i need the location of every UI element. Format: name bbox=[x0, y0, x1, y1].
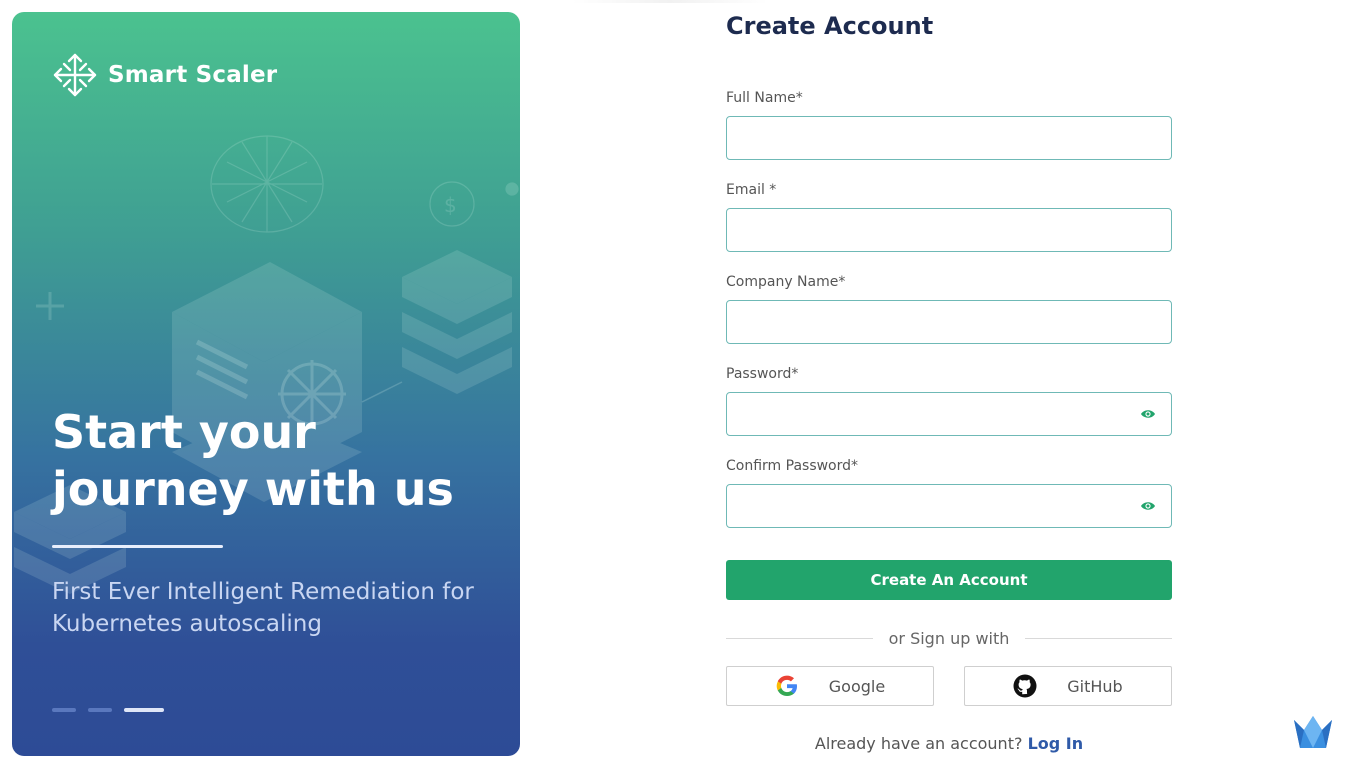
hero-divider bbox=[52, 545, 223, 548]
company-name-label: Company Name* bbox=[726, 274, 846, 290]
hero-illustration: $ bbox=[14, 135, 519, 594]
create-account-button[interactable]: Create An Account bbox=[726, 560, 1172, 600]
divider-line-left bbox=[726, 637, 873, 639]
github-label: GitHub bbox=[1067, 676, 1123, 696]
company-name-input[interactable] bbox=[726, 300, 1172, 344]
carousel-dot-3[interactable] bbox=[124, 708, 164, 712]
full-name-input[interactable] bbox=[726, 116, 1172, 160]
hero-subtitle: First Ever Intelligent Remediation for K… bbox=[52, 579, 474, 637]
google-icon bbox=[776, 675, 797, 696]
company-name-field: Company Name* bbox=[726, 274, 1172, 344]
password-input[interactable] bbox=[726, 392, 1172, 436]
carousel-dot-2[interactable] bbox=[88, 708, 112, 712]
login-prompt: Already have an account? Log In bbox=[726, 734, 1172, 753]
divider-text: or Sign up with bbox=[888, 628, 1010, 648]
full-name-field: Full Name* bbox=[726, 90, 1172, 160]
eye-icon[interactable] bbox=[1140, 499, 1156, 513]
login-prompt-text: Already have an account? bbox=[814, 734, 1023, 753]
github-icon bbox=[1013, 674, 1037, 698]
hero-title: Start your journey with us bbox=[52, 405, 454, 516]
email-input[interactable] bbox=[726, 208, 1172, 252]
password-label: Password* bbox=[726, 366, 799, 382]
login-link[interactable]: Log In bbox=[1028, 734, 1084, 753]
brand: Smart Scaler bbox=[52, 52, 277, 98]
crown-icon[interactable] bbox=[1292, 714, 1334, 750]
github-signup-button[interactable]: GitHub bbox=[964, 666, 1172, 706]
svg-text:$: $ bbox=[444, 193, 457, 217]
divider-line-right bbox=[1025, 637, 1173, 639]
hero-panel: $ Smart Scaler Start your journey with u… bbox=[12, 12, 520, 756]
email-label: Email * bbox=[726, 182, 777, 198]
social-divider: or Sign up with bbox=[726, 628, 1173, 648]
confirm-password-field: Confirm Password* bbox=[726, 458, 1172, 528]
carousel-indicators bbox=[52, 708, 164, 712]
eye-icon[interactable] bbox=[1140, 407, 1156, 421]
confirm-password-label: Confirm Password* bbox=[726, 458, 859, 474]
password-field: Password* bbox=[726, 366, 1172, 436]
email-field: Email * bbox=[726, 182, 1172, 252]
google-label: Google bbox=[828, 676, 886, 696]
full-name-label: Full Name* bbox=[726, 90, 803, 106]
google-signup-button[interactable]: Google bbox=[726, 666, 934, 706]
confirm-password-input[interactable] bbox=[726, 484, 1172, 528]
form-title: Create Account bbox=[726, 12, 934, 40]
arrows-expand-icon bbox=[53, 53, 97, 97]
top-edge-shadow bbox=[572, 0, 768, 3]
brand-name: Smart Scaler bbox=[108, 62, 278, 88]
carousel-dot-1[interactable] bbox=[52, 708, 76, 712]
